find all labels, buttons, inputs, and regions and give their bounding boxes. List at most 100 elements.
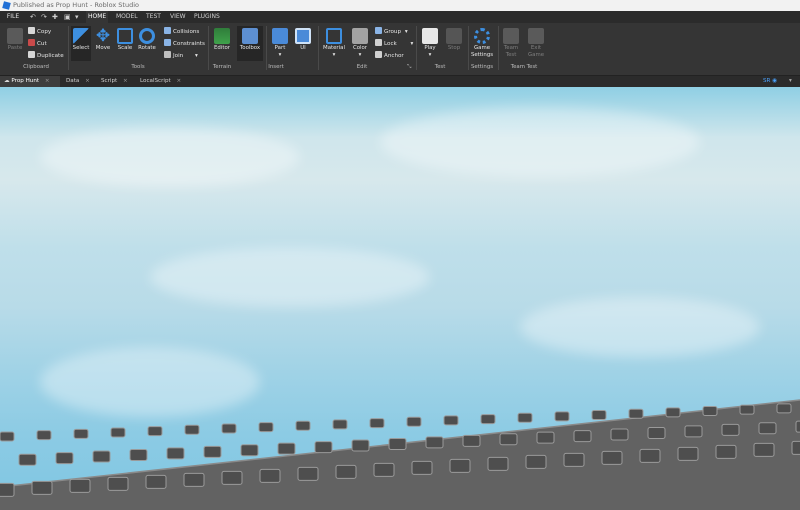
team-test-button[interactable]: Team Test: [501, 28, 521, 59]
baseplate-stud: [462, 434, 481, 447]
scale-tool-button[interactable]: Scale: [115, 28, 135, 52]
baseplate-stud: [601, 450, 623, 465]
chevron-down-icon: ▾: [358, 52, 362, 58]
baseplate-stud: [110, 427, 126, 438]
baseplate-stud: [739, 404, 755, 415]
color-swatch-icon: [352, 28, 368, 44]
sr-badge[interactable]: SR ◉: [763, 76, 777, 87]
baseplate-stud: [573, 430, 592, 443]
stop-button[interactable]: Stop: [444, 28, 464, 52]
tools-group-label: Tools: [131, 64, 145, 70]
tab-model[interactable]: MODEL: [114, 11, 140, 23]
baseplate-stud: [610, 428, 629, 441]
baseplate-stud: [677, 446, 699, 461]
baseplate-stud: [795, 420, 800, 433]
tab-list-dropdown-icon[interactable]: ▾: [789, 76, 792, 87]
baseplate-stud: [487, 456, 509, 471]
baseplate-stud: [715, 444, 737, 459]
baseplate-stud: [499, 433, 518, 446]
baseplate-stud: [388, 437, 407, 450]
constraints-toggle[interactable]: Constraints: [164, 39, 205, 48]
copy-icon: [28, 27, 35, 34]
baseplate-stud: [259, 468, 281, 483]
gear-icon: [474, 28, 490, 44]
terrain-group-label: Terrain: [212, 64, 232, 70]
baseplate-stud: [203, 445, 222, 458]
tab-view[interactable]: VIEW: [168, 11, 188, 23]
plugin-icon[interactable]: ✚: [52, 13, 58, 21]
cut-button[interactable]: Cut: [28, 39, 47, 48]
terrain-icon: [214, 28, 230, 44]
exit-game-button[interactable]: Exit Game: [526, 28, 546, 59]
3d-viewport[interactable]: [0, 87, 800, 510]
toolbox-button[interactable]: Toolbox: [237, 26, 263, 61]
group-button[interactable]: Group ▾: [375, 27, 408, 36]
customize-quick-access-icon[interactable]: ▾: [75, 13, 79, 21]
team-test-group-label: Team Test: [510, 64, 538, 70]
close-icon[interactable]: ×: [85, 78, 90, 84]
select-tool-button[interactable]: Select: [71, 26, 91, 61]
terrain-editor-button[interactable]: Editor: [211, 28, 233, 52]
tab-plugins[interactable]: PLUGINS: [192, 11, 222, 23]
document-tab-bar: ☁ Prop Hunt × Data × Script × LocalScrip…: [0, 76, 800, 87]
part-button[interactable]: Part ▾: [270, 28, 290, 59]
baseplate-stud: [776, 403, 792, 414]
baseplate-stud: [449, 458, 471, 473]
place-cloud-icon: ☁: [4, 78, 10, 84]
chevron-down-icon: ▾: [278, 52, 282, 58]
baseplate-stud: [147, 426, 163, 437]
team-test-icon: [503, 28, 519, 44]
lock-button[interactable]: Lock ▾: [375, 39, 413, 48]
anchor-button[interactable]: Anchor: [375, 51, 404, 60]
rotate-icon: [139, 28, 155, 44]
group-icon: [375, 27, 382, 34]
baseplate-stud: [183, 472, 205, 487]
baseplate-stud: [721, 423, 740, 436]
redo-icon[interactable]: ↷: [41, 13, 47, 21]
copy-button[interactable]: Copy: [28, 27, 51, 36]
paste-icon: [7, 28, 23, 44]
rotate-tool-button[interactable]: Rotate: [137, 28, 157, 52]
material-button[interactable]: Material ▾: [322, 28, 346, 59]
baseplate-stud: [129, 448, 148, 461]
file-menu[interactable]: FILE: [0, 11, 26, 23]
close-icon[interactable]: ×: [123, 78, 128, 84]
move-tool-button[interactable]: ✥ Move: [93, 28, 113, 52]
play-button[interactable]: Play ▾: [420, 28, 440, 59]
roblox-studio-logo-icon: [2, 1, 11, 10]
tab-prop-hunt[interactable]: ☁ Prop Hunt ×: [0, 76, 60, 87]
baseplate-stud: [411, 460, 433, 475]
edit-settings-launcher-icon[interactable]: ⤡: [407, 63, 411, 71]
tab-test[interactable]: TEST: [144, 11, 163, 23]
close-icon[interactable]: ×: [45, 78, 50, 84]
color-button[interactable]: Color ▾: [350, 28, 370, 59]
baseplate-stud: [406, 416, 422, 427]
ui-button[interactable]: UI: [293, 28, 313, 52]
toolbox-icon: [242, 28, 258, 44]
insert-group-label: Insert: [268, 64, 284, 70]
baseplate-stud: [18, 453, 37, 466]
paste-button[interactable]: Paste: [5, 28, 25, 52]
tab-data[interactable]: Data ×: [62, 76, 98, 87]
baseplate-stud: [145, 474, 167, 489]
duplicate-button[interactable]: Duplicate: [28, 51, 64, 60]
join-dropdown[interactable]: Join ▾: [164, 51, 198, 60]
tab-home[interactable]: HOME: [86, 11, 109, 23]
tab-localscript[interactable]: LocalScript ×: [136, 76, 186, 87]
menu-bar: FILE ↶ ↷ ✚ ▣ ▾ HOME MODEL TEST VIEW PLUG…: [0, 11, 800, 23]
baseplate-stud: [240, 444, 259, 457]
tab-script[interactable]: Script ×: [97, 76, 137, 87]
select-cursor-icon: [73, 28, 89, 44]
close-icon[interactable]: ×: [177, 78, 182, 84]
collisions-toggle[interactable]: Collisions: [164, 27, 199, 36]
ribbon-separator: [416, 26, 417, 70]
baseplate-stud: [184, 424, 200, 435]
game-settings-button[interactable]: Game Settings: [470, 28, 494, 59]
baseplate-stud: [373, 462, 395, 477]
save-icon[interactable]: ▣: [64, 13, 71, 21]
baseplate-stud: [332, 419, 348, 430]
ui-icon: [295, 28, 311, 44]
chevron-down-icon: ▾: [404, 29, 408, 35]
undo-icon[interactable]: ↶: [30, 13, 36, 21]
baseplate-stud: [536, 431, 555, 444]
